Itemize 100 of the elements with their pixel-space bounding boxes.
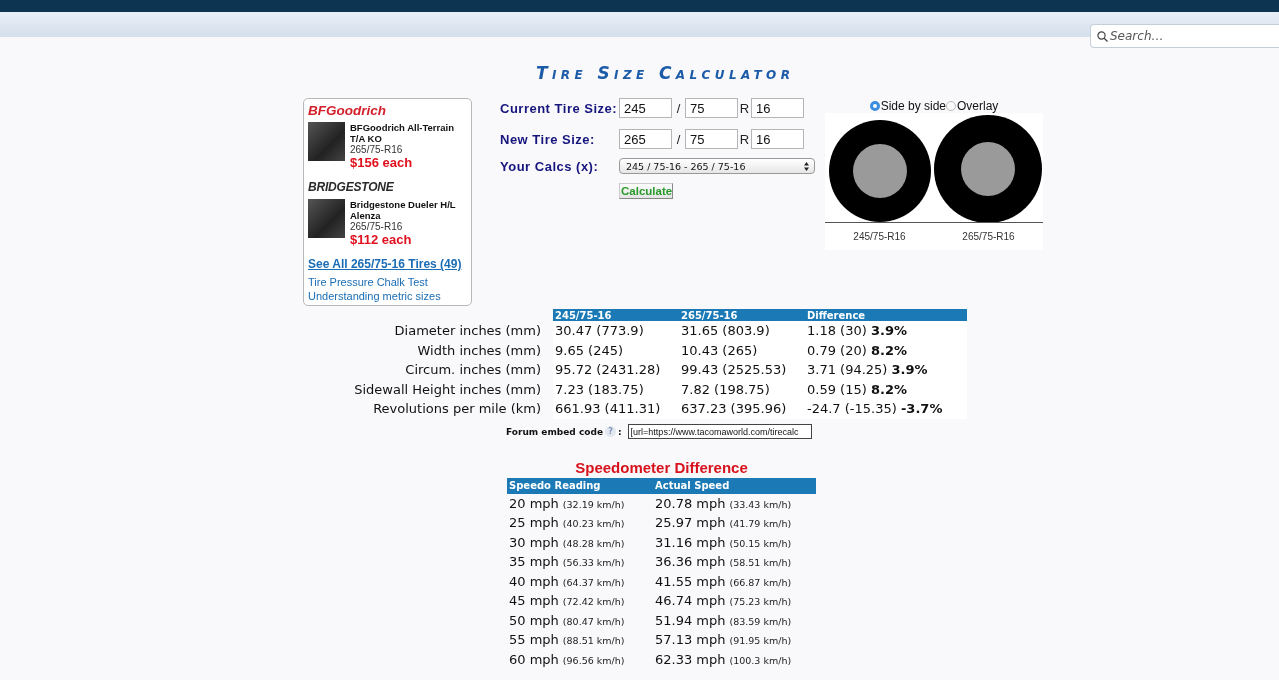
search-icon (1097, 31, 1108, 42)
rim-input[interactable]: 16 (751, 129, 804, 149)
table-cell: 30.47 (773.9) (553, 321, 679, 341)
ratio-input[interactable]: 75 (685, 98, 738, 118)
speed-mph: 25 mph (509, 515, 559, 531)
row-label: Sidewall Height inches (mm) (354, 381, 541, 398)
brand-logo: BFGoodrich (308, 103, 386, 117)
speed-mph: 25.97 mph (655, 515, 726, 531)
table-cell: 637.23 (395.96) (679, 399, 805, 419)
width-input[interactable]: 245 (619, 98, 672, 118)
speed-mph: 51.94 mph (655, 612, 726, 628)
table-cell: 661.93 (411.31) (553, 399, 679, 419)
speed-kmh: (64.37 km/h) (562, 576, 625, 588)
column-header: Actual Speed (654, 480, 731, 491)
speed-kmh: (48.28 km/h) (562, 537, 625, 549)
table-cell: 31.65 (803.9) (679, 321, 805, 341)
speed-mph: 20.78 mph (655, 495, 726, 511)
column-header: 265/75-16 (680, 309, 739, 321)
speed-kmh: (88.51 km/h) (562, 635, 625, 647)
speed-kmh: (33.43 km/h) (729, 498, 792, 510)
speed-mph: 46.74 mph (655, 593, 726, 609)
row-label: Diameter inches (mm) (394, 323, 541, 339)
separator-text: / (675, 100, 682, 116)
speed-kmh: (58.51 km/h) (729, 557, 792, 569)
table-cell: 0.59 (15) 8.2% (805, 379, 967, 399)
product-size: 265/75-R16 (350, 221, 403, 233)
speed-mph: 50 mph (509, 612, 559, 628)
speed-kmh: (80.47 km/h) (562, 615, 625, 627)
speed-kmh: (100.3 km/h) (729, 654, 792, 666)
photo-placeholder (308, 199, 345, 238)
product-price: $156 each (350, 156, 413, 170)
table-cell: 1.18 (30) 3.9% (805, 321, 967, 341)
photo-placeholder (308, 122, 345, 161)
label-colon: : (618, 426, 622, 437)
column-header: Difference (806, 309, 867, 321)
field-label: Your Calcs (x): (500, 158, 599, 174)
field-label: New Tire Size: (500, 131, 595, 147)
speed-mph: 62.33 mph (655, 651, 726, 667)
brand-logo: BRIDGESTONE (308, 180, 394, 194)
see-all-tires-link[interactable]: See All 265/75-16 Tires (49) (308, 257, 462, 271)
table-cell: 0.79 (20) 8.2% (805, 340, 967, 360)
speed-mph: 31.16 mph (655, 534, 726, 550)
table-cell: 99.43 (2525.53) (679, 360, 805, 380)
speed-mph: 57.13 mph (655, 632, 726, 648)
separator-text: / (675, 131, 682, 147)
calcs-dropdown[interactable]: 245 / 75-16 - 265 / 75-16 (619, 158, 815, 174)
radio-label[interactable]: Side by side (880, 99, 946, 113)
table-cell: 95.72 (2431.28) (553, 360, 679, 380)
radio-button[interactable] (946, 101, 956, 111)
speed-kmh: (41.79 km/h) (729, 518, 792, 530)
construction-label: R (738, 100, 751, 116)
speed-mph: 55 mph (509, 632, 559, 648)
embed-code-label: Forum embed code (506, 426, 603, 437)
table-cell: 9.65 (245) (553, 340, 679, 360)
speed-mph: 35 mph (509, 554, 559, 570)
speed-mph: 60 mph (509, 651, 559, 667)
speed-kmh: (32.19 km/h) (562, 498, 625, 510)
speed-kmh: (72.42 km/h) (562, 596, 625, 608)
speed-kmh: (50.15 km/h) (729, 537, 792, 549)
product-size: 265/75-R16 (350, 144, 403, 156)
speed-kmh: (83.59 km/h) (729, 615, 792, 627)
page-title: Tire Size Calculator (536, 63, 795, 85)
rim-input[interactable]: 16 (751, 98, 804, 118)
column-header: Speedo Reading (508, 480, 602, 491)
speed-kmh: (96.56 km/h) (562, 654, 625, 666)
row-label: Width inches (mm) (417, 342, 541, 359)
tire-size-label: 265/75-R16 (962, 231, 1015, 243)
speed-kmh: (66.87 km/h) (729, 576, 792, 588)
table-cell: -24.7 (-15.35) -3.7% (805, 399, 967, 419)
table-cell: 3.71 (94.25) 3.9% (805, 360, 967, 380)
column-header: 245/75-16 (554, 309, 613, 321)
article-link[interactable]: Understanding metric sizes (308, 290, 441, 302)
construction-label: R (738, 131, 751, 147)
tire-size-label: 245/75-R16 (853, 231, 906, 243)
speed-mph: 30 mph (509, 534, 559, 550)
ratio-input[interactable]: 75 (685, 129, 738, 149)
width-input[interactable]: 265 (619, 129, 672, 149)
product-name[interactable]: Bridgestone Dueler H/L Alenza (350, 199, 467, 221)
speed-kmh: (91.95 km/h) (729, 635, 792, 647)
row-label: Circum. inches (mm) (405, 362, 541, 378)
section-title: Speedometer Difference (575, 458, 748, 475)
speed-mph: 20 mph (509, 495, 559, 511)
table-cell: 7.23 (183.75) (553, 379, 679, 399)
product-name[interactable]: BFGoodrich All-Terrain T/A KO (350, 122, 467, 144)
product-price: $112 each (350, 233, 412, 247)
row-label: Revolutions per mile (km) (373, 401, 541, 417)
speed-kmh: (75.23 km/h) (729, 596, 792, 608)
embed-code-field[interactable]: [url=https://www.tacomaworld.com/tirecalc (627, 424, 812, 439)
speed-mph: 45 mph (509, 593, 559, 609)
field-label: Current Tire Size: (500, 100, 618, 116)
search-field[interactable]: Search… (1090, 24, 1279, 48)
speed-mph: 41.55 mph (655, 573, 726, 589)
table-cell: 7.82 (198.75) (679, 379, 805, 399)
speed-kmh: (40.23 km/h) (562, 518, 625, 530)
radio-label[interactable]: Overlay (957, 99, 999, 113)
updown-arrows-icon (804, 161, 809, 171)
speed-kmh: (56.33 km/h) (562, 557, 625, 569)
speed-mph: 36.36 mph (655, 554, 726, 570)
article-link[interactable]: Tire Pressure Chalk Test (308, 276, 428, 288)
table-cell: 10.43 (265) (679, 340, 805, 360)
